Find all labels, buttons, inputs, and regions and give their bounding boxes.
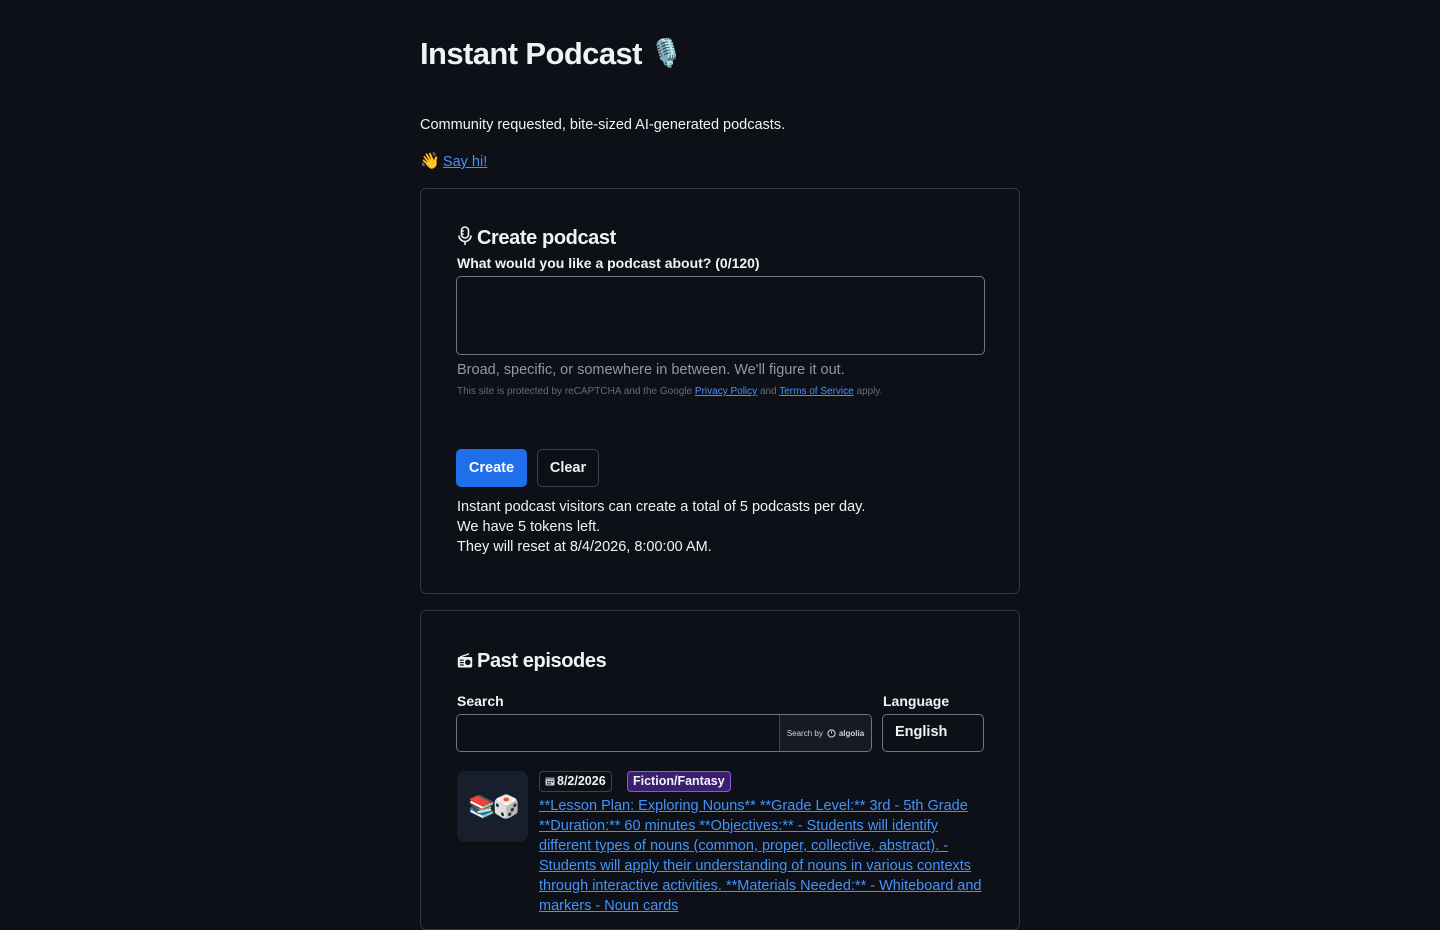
- search-by-brand: algolia: [838, 728, 865, 738]
- microphone-icon: [458, 226, 472, 245]
- search-label: Search: [457, 693, 504, 709]
- recaptcha-notice: This site is protected by reCAPTCHA and …: [457, 386, 882, 397]
- create-podcast-heading: Create podcast: [457, 226, 616, 250]
- waving-hand-icon: 👋: [420, 153, 440, 170]
- algolia-logo-icon: [827, 728, 836, 738]
- episode-date-badge: 8/2/2026: [539, 771, 612, 792]
- past-episodes-card: Past episodes Search Language Search by …: [420, 610, 1020, 930]
- recaptcha-prefix: This site is protected by reCAPTCHA and …: [457, 386, 693, 397]
- say-hi-link[interactable]: Say hi!: [443, 154, 487, 170]
- recaptcha-suffix: apply.: [856, 386, 883, 397]
- episode-date: 8/2/2026: [557, 774, 606, 788]
- quota-line-tokens: We have 5 tokens left.: [457, 519, 601, 535]
- privacy-policy-link[interactable]: Privacy Policy: [695, 386, 757, 397]
- topic-field-label: What would you like a podcast about? (0/…: [457, 255, 760, 271]
- search-box: Search by algolia: [456, 714, 872, 752]
- terms-of-service-link[interactable]: Terms of Service: [779, 386, 853, 397]
- episode-link[interactable]: **Lesson Plan: Exploring Nouns** **Grade…: [539, 798, 981, 914]
- quota-line-reset: They will reset at 8/4/2026, 8:00:00 AM.: [457, 539, 712, 555]
- create-button[interactable]: Create: [456, 449, 527, 487]
- search-input[interactable]: [457, 715, 779, 751]
- episode-description: **Lesson Plan: Exploring Nouns** **Grade…: [539, 796, 984, 916]
- app-title-text: Instant Podcast: [420, 36, 642, 71]
- create-podcast-card: Create podcast What would you like a pod…: [420, 188, 1020, 594]
- episode-genre-badge[interactable]: Fiction/Fantasy: [627, 771, 731, 792]
- episode-thumbnail[interactable]: 📚🎲: [457, 771, 528, 842]
- quota-line-total: Instant podcast visitors can create a to…: [457, 499, 866, 515]
- search-by-algolia[interactable]: Search by algolia: [779, 715, 871, 751]
- microphone-emoji-icon: 🎙️: [649, 38, 684, 68]
- app-title: Instant Podcast 🎙️: [420, 36, 683, 72]
- recaptcha-and: and: [759, 386, 777, 397]
- quota-info: Instant podcast visitors can create a to…: [457, 497, 865, 557]
- tagline: Community requested, bite-sized AI-gener…: [420, 117, 786, 133]
- say-hi: 👋 Say hi!: [420, 151, 487, 171]
- calendar-icon: [545, 777, 555, 786]
- past-episodes-heading: Past episodes: [457, 650, 607, 673]
- language-label: Language: [883, 693, 950, 709]
- past-episodes-heading-text: Past episodes: [477, 650, 607, 672]
- language-select[interactable]: English: [882, 714, 984, 752]
- search-by-prefix: Search by: [786, 728, 823, 738]
- topic-hint: Broad, specific, or somewhere in between…: [457, 362, 845, 378]
- topic-textarea[interactable]: [456, 276, 985, 355]
- clear-button[interactable]: Clear: [537, 449, 599, 487]
- radio-icon: [457, 653, 473, 668]
- create-podcast-heading-text: Create podcast: [477, 227, 616, 249]
